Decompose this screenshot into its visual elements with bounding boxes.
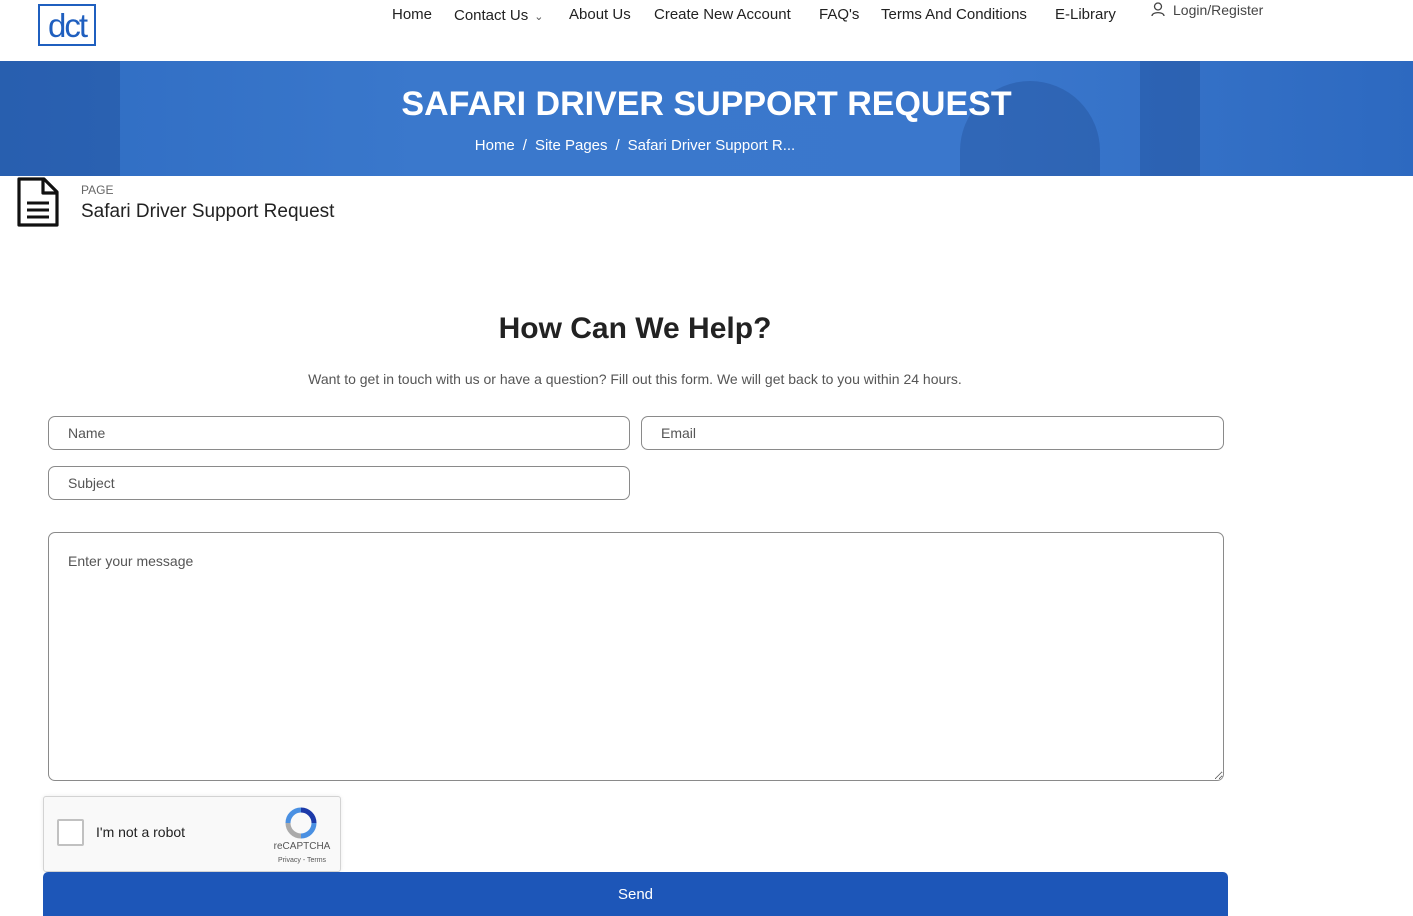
nav-elibrary[interactable]: E-Library bbox=[1055, 6, 1116, 23]
subject-field[interactable] bbox=[48, 466, 630, 500]
email-field[interactable] bbox=[641, 416, 1224, 450]
breadcrumb: Home / Site Pages / Safari Driver Support R.… bbox=[474, 137, 796, 154]
page-banner: SAFARI DRIVER SUPPORT REQUEST Home / Site … bbox=[0, 61, 1413, 176]
send-button[interactable]: Send bbox=[43, 872, 1228, 916]
recaptcha-brand: reCAPTCHA bbox=[273, 841, 331, 852]
nav-faqs[interactable]: FAQ's bbox=[819, 6, 859, 23]
nav-about-us[interactable]: About Us bbox=[569, 6, 631, 23]
recaptcha-checkbox[interactable] bbox=[57, 819, 84, 846]
nav-contact-us-label: Contact Us bbox=[454, 7, 529, 24]
page-kicker: PAGE bbox=[81, 183, 114, 197]
form-heading: How Can We Help? bbox=[498, 312, 772, 345]
breadcrumb-home[interactable]: Home bbox=[475, 137, 515, 154]
nav-contact-us[interactable]: Contact Us ⌄ bbox=[454, 7, 543, 24]
nav-home[interactable]: Home bbox=[392, 6, 432, 23]
recaptcha-widget: I'm not a robot reCAPTCHA Privacy - Term… bbox=[43, 796, 341, 872]
message-field[interactable] bbox=[48, 532, 1224, 781]
recaptcha-label: I'm not a robot bbox=[96, 824, 186, 840]
nav-create-account[interactable]: Create New Account bbox=[654, 6, 791, 23]
recaptcha-links[interactable]: Privacy - Terms bbox=[270, 857, 334, 864]
document-icon bbox=[17, 177, 59, 227]
name-field[interactable] bbox=[48, 416, 630, 450]
main-nav: Home Contact Us ⌄ About Us Create New Acc… bbox=[0, 0, 1413, 30]
page-name: Safari Driver Support Request bbox=[81, 201, 335, 222]
breadcrumb-site-pages[interactable]: Site Pages bbox=[535, 137, 608, 154]
recaptcha-logo-icon bbox=[285, 807, 317, 839]
form-subheading: Want to get in touch with us or have a q… bbox=[308, 371, 962, 387]
chevron-down-icon: ⌄ bbox=[534, 11, 544, 23]
breadcrumb-current: Safari Driver Support R... bbox=[627, 137, 796, 154]
nav-terms[interactable]: Terms And Conditions bbox=[881, 6, 1027, 23]
user-icon bbox=[1151, 2, 1165, 17]
login-register-label: Login/Register bbox=[1173, 2, 1264, 18]
login-register-link[interactable]: Login/Register bbox=[1151, 2, 1263, 18]
page-title: SAFARI DRIVER SUPPORT REQUEST bbox=[401, 85, 1012, 123]
